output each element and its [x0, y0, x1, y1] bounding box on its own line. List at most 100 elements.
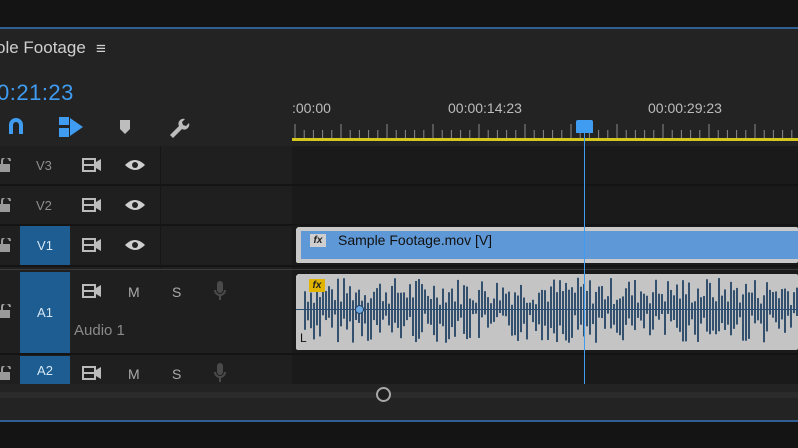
linked-selection-icon[interactable] [56, 114, 86, 140]
waveform-bar [574, 292, 576, 316]
timeline-settings-wrench-icon[interactable] [164, 114, 192, 140]
lock-icon[interactable] [0, 198, 12, 212]
track-target-a1[interactable]: A1 [20, 272, 70, 353]
waveform-bar [640, 291, 642, 321]
waveform-bar [631, 295, 633, 326]
waveform-bar [664, 301, 666, 335]
sync-lock-icon[interactable] [82, 197, 102, 213]
volume-rubberband[interactable] [296, 309, 798, 310]
track-separator [0, 265, 798, 267]
eye-icon[interactable] [124, 158, 146, 172]
waveform-bar [544, 290, 546, 326]
waveform-bar [442, 288, 444, 327]
waveform-bar [484, 291, 486, 315]
waveform-bar [394, 278, 396, 323]
waveform-bar [697, 288, 699, 342]
sync-lock-icon[interactable] [82, 157, 102, 173]
fx-badge[interactable]: fx [309, 279, 325, 292]
lock-icon[interactable] [0, 158, 12, 172]
track-target-a2[interactable]: A2 [20, 356, 70, 384]
waveform-bar [706, 279, 708, 332]
keyframe[interactable] [355, 305, 364, 314]
sync-lock-icon[interactable] [82, 237, 102, 253]
waveform-bar [778, 298, 780, 329]
waveform-bar [376, 288, 378, 326]
mute-button[interactable]: M [128, 366, 140, 382]
audio-clip[interactable] [296, 274, 798, 350]
waveform-bar [619, 298, 621, 336]
playhead-handle[interactable] [576, 120, 593, 133]
waveform-bar [646, 295, 648, 314]
horizontal-scrollbar[interactable] [0, 392, 798, 398]
waveform-bar [571, 287, 573, 338]
waveform-bar [565, 282, 567, 341]
waveform-bar [400, 292, 402, 339]
microphone-icon[interactable] [213, 280, 227, 302]
waveform-bar [751, 292, 753, 316]
track-separator [0, 353, 798, 355]
mute-button[interactable]: M [128, 284, 140, 300]
waveform-bar [670, 289, 672, 322]
sequence-tab-title[interactable]: ole Footage [0, 38, 86, 58]
eye-icon[interactable] [124, 238, 146, 252]
ruler-label-end: 00:00:29:23 [648, 100, 722, 116]
waveform-bar [382, 301, 384, 320]
waveform-bar [700, 297, 702, 324]
waveform-bar [343, 278, 345, 319]
waveform-bar [307, 301, 309, 321]
solo-button[interactable]: S [172, 366, 181, 382]
waveform-bar [373, 291, 375, 321]
waveform-bar [652, 292, 654, 330]
waveform-bar [490, 303, 492, 324]
lock-icon[interactable] [0, 304, 12, 318]
fx-badge[interactable]: fx [310, 234, 326, 247]
microphone-icon[interactable] [213, 362, 227, 384]
audio-channel-label: L [300, 331, 307, 345]
panel-menu-icon[interactable]: ≡ [96, 39, 106, 59]
waveform-bar [580, 286, 582, 325]
waveform-bar [658, 293, 660, 320]
snap-magnet-icon[interactable] [4, 114, 28, 140]
sync-lock-icon[interactable] [82, 283, 102, 299]
waveform-bar [556, 292, 558, 343]
waveform-bar [451, 288, 453, 328]
waveform-bar [430, 298, 432, 325]
waveform-bar [754, 280, 756, 324]
waveform-bar [760, 303, 762, 324]
playhead-line[interactable] [584, 121, 585, 385]
playhead-timecode[interactable]: 0:21:23 [0, 80, 74, 106]
waveform-bar [673, 295, 675, 320]
waveform-bar [742, 294, 744, 341]
waveform-bar [772, 292, 774, 318]
top-panel-strip [0, 0, 798, 28]
ruler-label-start: :00:00 [292, 100, 331, 116]
waveform-bar [385, 292, 387, 316]
lock-icon[interactable] [0, 366, 12, 380]
solo-button[interactable]: S [172, 284, 181, 300]
waveform-bar [493, 298, 495, 322]
waveform-bar [328, 286, 330, 318]
add-marker-icon[interactable] [116, 114, 134, 140]
track-target-v1[interactable]: V1 [20, 226, 70, 265]
waveform-bar [415, 280, 417, 343]
waveform-bar [304, 291, 306, 330]
eye-icon[interactable] [124, 198, 146, 212]
waveform-bar [433, 285, 435, 336]
lock-icon[interactable] [0, 238, 12, 252]
track-label-v3[interactable]: V3 [36, 158, 52, 173]
waveform-bar [340, 301, 342, 327]
waveform-bar [454, 301, 456, 337]
bottom-panel-strip [0, 422, 798, 448]
zoom-scroll-handle[interactable] [376, 387, 391, 402]
waveform-bar [310, 292, 312, 329]
work-area-bar[interactable] [292, 138, 798, 141]
track-label-v2[interactable]: V2 [36, 198, 52, 213]
waveform-bar [466, 286, 468, 340]
sync-lock-icon[interactable] [82, 365, 102, 381]
waveform-bar [637, 302, 639, 318]
waveform-bar [448, 292, 450, 340]
track-name-audio-1[interactable]: Audio 1 [74, 322, 125, 339]
waveform-bar [457, 279, 459, 321]
waveform-bar [592, 303, 594, 325]
waveform-bar [661, 294, 663, 314]
